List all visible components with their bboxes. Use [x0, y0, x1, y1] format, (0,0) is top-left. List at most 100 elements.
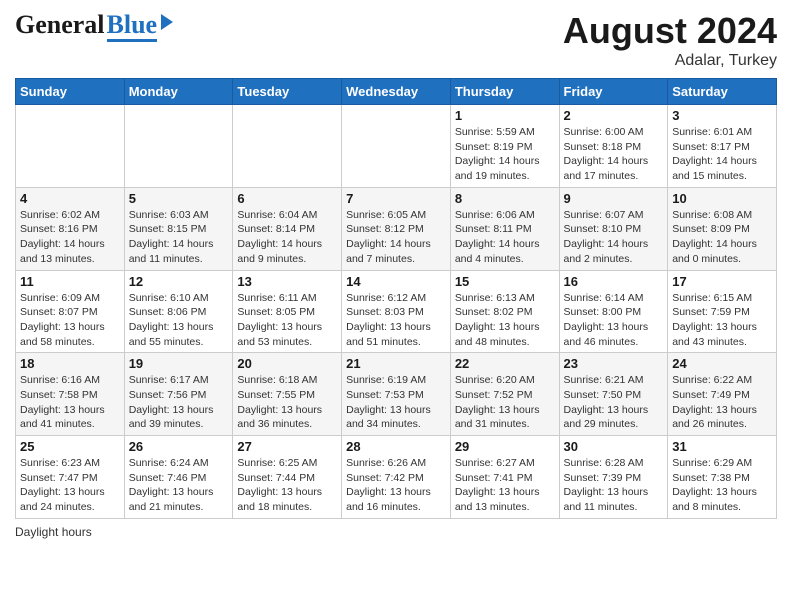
calendar-cell: 13 Sunrise: 6:11 AM Sunset: 8:05 PM Dayli…	[233, 270, 342, 353]
day-number: 25	[20, 439, 120, 454]
calendar-cell: 23 Sunrise: 6:21 AM Sunset: 7:50 PM Dayli…	[559, 353, 668, 436]
day-number: 18	[20, 356, 120, 371]
day-info: Sunrise: 6:21 AM Sunset: 7:50 PM Dayligh…	[564, 373, 664, 432]
calendar-cell: 18 Sunrise: 6:16 AM Sunset: 7:58 PM Dayli…	[16, 353, 125, 436]
day-info: Sunrise: 6:28 AM Sunset: 7:39 PM Dayligh…	[564, 456, 664, 515]
day-number: 29	[455, 439, 555, 454]
day-info: Sunrise: 6:18 AM Sunset: 7:55 PM Dayligh…	[237, 373, 337, 432]
day-number: 9	[564, 191, 664, 206]
day-number: 20	[237, 356, 337, 371]
day-info: Sunrise: 6:00 AM Sunset: 8:18 PM Dayligh…	[564, 125, 664, 184]
day-info: Sunrise: 6:19 AM Sunset: 7:53 PM Dayligh…	[346, 373, 446, 432]
calendar-day-header: Tuesday	[233, 79, 342, 105]
calendar-cell: 1 Sunrise: 5:59 AM Sunset: 8:19 PM Daylig…	[450, 105, 559, 188]
calendar-day-header: Friday	[559, 79, 668, 105]
day-info: Sunrise: 6:26 AM Sunset: 7:42 PM Dayligh…	[346, 456, 446, 515]
calendar-week-row: 25 Sunrise: 6:23 AM Sunset: 7:47 PM Dayli…	[16, 436, 777, 519]
day-info: Sunrise: 6:12 AM Sunset: 8:03 PM Dayligh…	[346, 291, 446, 350]
day-info: Sunrise: 6:24 AM Sunset: 7:46 PM Dayligh…	[129, 456, 229, 515]
day-info: Sunrise: 6:27 AM Sunset: 7:41 PM Dayligh…	[455, 456, 555, 515]
day-info: Sunrise: 6:08 AM Sunset: 8:09 PM Dayligh…	[672, 208, 772, 267]
logo-arrow-icon	[161, 14, 173, 30]
day-number: 19	[129, 356, 229, 371]
day-number: 24	[672, 356, 772, 371]
calendar-cell: 27 Sunrise: 6:25 AM Sunset: 7:44 PM Dayli…	[233, 436, 342, 519]
calendar-cell: 14 Sunrise: 6:12 AM Sunset: 8:03 PM Dayli…	[342, 270, 451, 353]
day-number: 16	[564, 274, 664, 289]
day-number: 2	[564, 108, 664, 123]
calendar-cell: 16Sunrise: 6:14 AM Sunset: 8:00 PM Dayli…	[559, 270, 668, 353]
day-number: 3	[672, 108, 772, 123]
day-number: 14	[346, 274, 446, 289]
calendar-week-row: 11 Sunrise: 6:09 AM Sunset: 8:07 PM Dayli…	[16, 270, 777, 353]
day-info: Sunrise: 6:04 AM Sunset: 8:14 PM Dayligh…	[237, 208, 337, 267]
calendar-cell	[233, 105, 342, 188]
day-number: 12	[129, 274, 229, 289]
calendar-cell	[124, 105, 233, 188]
logo: General Blue	[15, 10, 173, 42]
calendar-cell: 22Sunrise: 6:20 AM Sunset: 7:52 PM Dayli…	[450, 353, 559, 436]
day-info: Sunrise: 6:11 AM Sunset: 8:05 PM Dayligh…	[237, 291, 337, 350]
calendar-day-header: Thursday	[450, 79, 559, 105]
calendar-day-header: Saturday	[668, 79, 777, 105]
day-number: 31	[672, 439, 772, 454]
day-info: Sunrise: 6:02 AM Sunset: 8:16 PM Dayligh…	[20, 208, 120, 267]
day-number: 26	[129, 439, 229, 454]
page-title: August 2024	[563, 10, 777, 52]
day-number: 15	[455, 274, 555, 289]
day-number: 23	[564, 356, 664, 371]
calendar-cell: 15 Sunrise: 6:13 AM Sunset: 8:02 PM Dayli…	[450, 270, 559, 353]
calendar-week-row: 4 Sunrise: 6:02 AM Sunset: 8:16 PM Daylig…	[16, 187, 777, 270]
day-number: 22	[455, 356, 555, 371]
day-number: 11	[20, 274, 120, 289]
day-info: Sunrise: 6:09 AM Sunset: 8:07 PM Dayligh…	[20, 291, 120, 350]
day-number: 21	[346, 356, 446, 371]
calendar-cell: 3Sunrise: 6:01 AM Sunset: 8:17 PM Daylig…	[668, 105, 777, 188]
page-subtitle: Adalar, Turkey	[563, 52, 777, 70]
day-info: Sunrise: 6:23 AM Sunset: 7:47 PM Dayligh…	[20, 456, 120, 515]
day-number: 10	[672, 191, 772, 206]
calendar-cell: 12 Sunrise: 6:10 AM Sunset: 8:06 PM Dayli…	[124, 270, 233, 353]
calendar-week-row: 18 Sunrise: 6:16 AM Sunset: 7:58 PM Dayli…	[16, 353, 777, 436]
calendar-footer: Daylight hours	[15, 525, 777, 539]
day-info: Sunrise: 6:10 AM Sunset: 8:06 PM Dayligh…	[129, 291, 229, 350]
calendar-cell: 7 Sunrise: 6:05 AM Sunset: 8:12 PM Daylig…	[342, 187, 451, 270]
logo-blue-underline	[107, 39, 158, 42]
calendar-cell: 4 Sunrise: 6:02 AM Sunset: 8:16 PM Daylig…	[16, 187, 125, 270]
day-number: 8	[455, 191, 555, 206]
day-info: Sunrise: 6:15 AM Sunset: 7:59 PM Dayligh…	[672, 291, 772, 350]
day-number: 28	[346, 439, 446, 454]
calendar-header-row: SundayMondayTuesdayWednesdayThursdayFrid…	[16, 79, 777, 105]
day-info: Sunrise: 6:17 AM Sunset: 7:56 PM Dayligh…	[129, 373, 229, 432]
calendar-cell: 10 Sunrise: 6:08 AM Sunset: 8:09 PM Dayli…	[668, 187, 777, 270]
day-info: Sunrise: 5:59 AM Sunset: 8:19 PM Dayligh…	[455, 125, 555, 184]
day-number: 27	[237, 439, 337, 454]
day-info: Sunrise: 6:07 AM Sunset: 8:10 PM Dayligh…	[564, 208, 664, 267]
calendar-cell: 19 Sunrise: 6:17 AM Sunset: 7:56 PM Dayli…	[124, 353, 233, 436]
day-info: Sunrise: 6:22 AM Sunset: 7:49 PM Dayligh…	[672, 373, 772, 432]
calendar-cell: 9 Sunrise: 6:07 AM Sunset: 8:10 PM Daylig…	[559, 187, 668, 270]
day-info: Sunrise: 6:13 AM Sunset: 8:02 PM Dayligh…	[455, 291, 555, 350]
calendar-day-header: Wednesday	[342, 79, 451, 105]
logo-blue-text: Blue	[107, 12, 158, 38]
day-info: Sunrise: 6:05 AM Sunset: 8:12 PM Dayligh…	[346, 208, 446, 267]
day-number: 1	[455, 108, 555, 123]
day-number: 4	[20, 191, 120, 206]
calendar-cell: 24 Sunrise: 6:22 AM Sunset: 7:49 PM Dayli…	[668, 353, 777, 436]
calendar-cell	[16, 105, 125, 188]
day-info: Sunrise: 6:16 AM Sunset: 7:58 PM Dayligh…	[20, 373, 120, 432]
day-info: Sunrise: 6:29 AM Sunset: 7:38 PM Dayligh…	[672, 456, 772, 515]
day-info: Sunrise: 6:03 AM Sunset: 8:15 PM Dayligh…	[129, 208, 229, 267]
logo-general-text: General	[15, 10, 105, 40]
calendar-cell: 26 Sunrise: 6:24 AM Sunset: 7:46 PM Dayli…	[124, 436, 233, 519]
day-number: 5	[129, 191, 229, 206]
calendar-day-header: Monday	[124, 79, 233, 105]
calendar-cell: 6Sunrise: 6:04 AM Sunset: 8:14 PM Daylig…	[233, 187, 342, 270]
day-number: 7	[346, 191, 446, 206]
day-info: Sunrise: 6:25 AM Sunset: 7:44 PM Dayligh…	[237, 456, 337, 515]
calendar-cell: 17Sunrise: 6:15 AM Sunset: 7:59 PM Dayli…	[668, 270, 777, 353]
calendar-cell: 28 Sunrise: 6:26 AM Sunset: 7:42 PM Dayli…	[342, 436, 451, 519]
day-number: 13	[237, 274, 337, 289]
day-info: Sunrise: 6:06 AM Sunset: 8:11 PM Dayligh…	[455, 208, 555, 267]
calendar-cell: 30Sunrise: 6:28 AM Sunset: 7:39 PM Dayli…	[559, 436, 668, 519]
